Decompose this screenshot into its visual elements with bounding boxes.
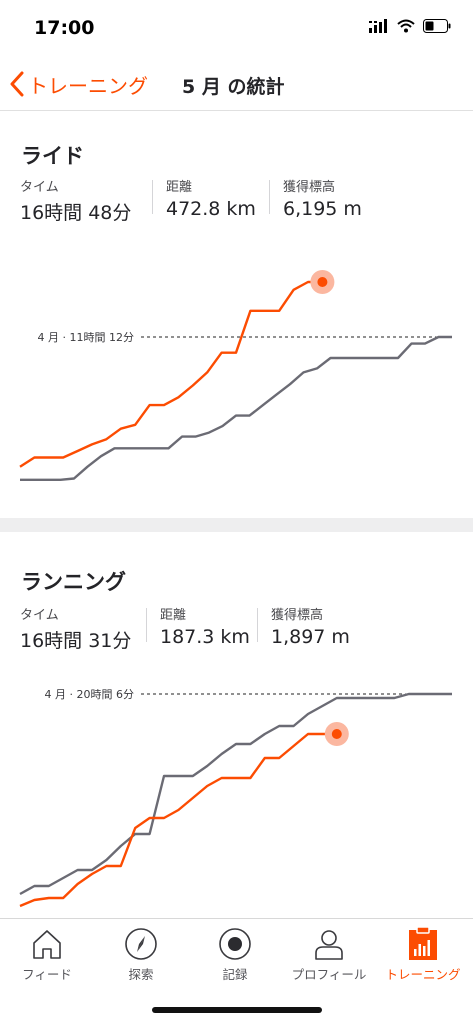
wifi-icon <box>397 19 415 33</box>
stat-value: 187.3 km <box>160 626 250 648</box>
chevron-left-icon <box>10 71 24 97</box>
run-stat-time: タイム 16時間 31分 <box>20 604 131 653</box>
stat-divider <box>257 608 258 642</box>
stat-value: 16時間 31分 <box>20 630 132 652</box>
back-button[interactable]: トレーニング <box>10 68 148 100</box>
training-icon <box>407 927 439 961</box>
run-stat-elevation: 獲得標高 1,897 m <box>271 604 350 648</box>
home-indicator <box>152 1007 322 1013</box>
stat-label: タイム <box>20 608 59 623</box>
compass-icon <box>124 927 158 961</box>
stat-value: 1,897 m <box>271 626 350 648</box>
battery-icon <box>423 19 451 33</box>
stat-label: 獲得標高 <box>271 608 324 623</box>
run-previous-month-line <box>19 692 452 896</box>
ride-stat-elevation: 獲得標高 6,195 m <box>283 176 362 220</box>
stat-label: 距離 <box>166 180 193 195</box>
tab-training[interactable]: トレーニング <box>376 919 470 989</box>
home-icon <box>30 927 64 961</box>
stat-value: 6,195 m <box>283 198 362 220</box>
stat-label: タイム <box>20 180 59 195</box>
reference-label: 4 月 · 20時間 6分 <box>45 688 134 701</box>
reference-label: 4 月 · 11時間 12分 <box>38 331 134 344</box>
signal-icon <box>369 19 387 33</box>
run-stat-distance: 距離 187.3 km <box>160 604 250 648</box>
section-separator <box>0 518 473 532</box>
stat-label: 獲得標高 <box>283 180 336 195</box>
stat-value: 472.8 km <box>166 198 256 220</box>
tab-label: トレーニング <box>385 967 461 982</box>
tab-label: フィード <box>22 967 72 982</box>
tab-label: 探索 <box>128 967 154 982</box>
status-icons <box>369 19 451 33</box>
tab-profile[interactable]: プロフィール <box>282 919 376 989</box>
tab-label: 記録 <box>222 967 248 982</box>
tab-label: プロフィール <box>291 967 367 982</box>
ride-section-title: ライド <box>21 144 84 168</box>
tab-explore[interactable]: 探索 <box>94 919 188 989</box>
tab-feed[interactable]: フィード <box>0 919 94 989</box>
run-current-month-line <box>19 732 337 908</box>
ride-previous-month-line <box>20 335 452 482</box>
profile-icon <box>312 927 346 961</box>
stat-divider <box>269 180 270 214</box>
run-section-title: ランニング <box>21 570 126 594</box>
ride-current-month-line <box>19 280 323 468</box>
record-icon <box>218 927 252 961</box>
run-cumulative-chart: 4 月 · 20時間 6分 <box>19 688 452 908</box>
ride-current-point <box>317 276 328 287</box>
ride-stat-distance: 距離 472.8 km <box>166 176 256 220</box>
tab-record[interactable]: 記録 <box>188 919 282 989</box>
ride-cumulative-chart: 4 月 · 11時間 12分 <box>19 269 452 482</box>
stat-divider <box>146 608 147 642</box>
page-title: 5 月 の統計 <box>182 76 285 98</box>
back-button-label: トレーニング <box>28 73 148 98</box>
navigation-bar: トレーニング 5 月 の統計 <box>0 60 473 111</box>
stat-divider <box>152 180 153 214</box>
stat-value: 16時間 48分 <box>20 202 132 224</box>
ride-stat-time: タイム 16時間 48分 <box>20 176 131 225</box>
stat-label: 距離 <box>160 608 187 623</box>
status-bar: 17:00 <box>0 0 473 60</box>
status-time: 17:00 <box>34 17 95 39</box>
run-current-point <box>331 729 342 739</box>
